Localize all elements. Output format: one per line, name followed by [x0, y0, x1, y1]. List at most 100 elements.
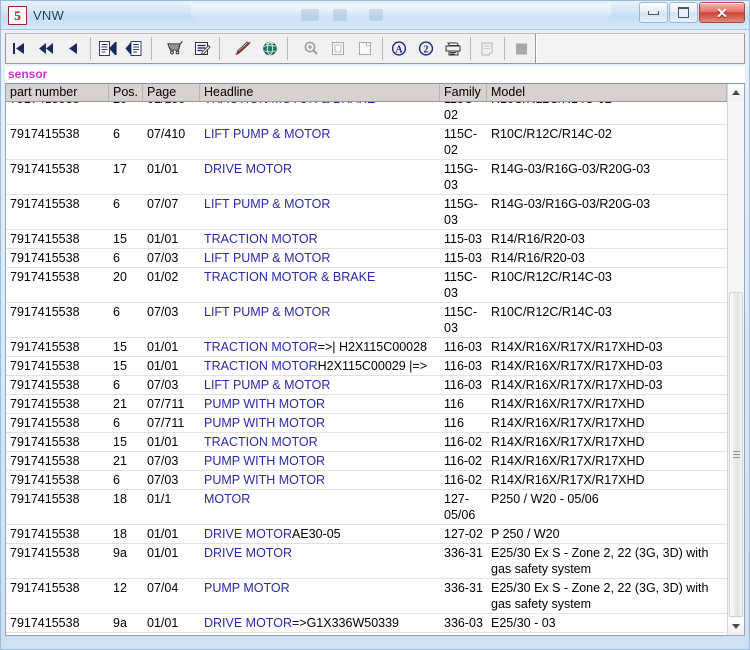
column-header-page[interactable]: Page — [143, 84, 200, 101]
headline-link[interactable]: PUMP MOTOR — [204, 581, 290, 595]
cell-head: PUMP WITH MOTOR — [200, 414, 440, 432]
scroll-down-button[interactable] — [728, 618, 744, 635]
minimize-button[interactable] — [639, 2, 668, 23]
headline-link[interactable]: DRIVE MOTOR — [204, 162, 292, 176]
cell-head: DRIVE MOTORG1X336W50340=> — [200, 633, 440, 635]
table-row[interactable]: 79174155381207/04PUMP MOTOR336-31E25/30 … — [6, 579, 727, 614]
globe-button[interactable] — [257, 34, 284, 63]
document-first-button[interactable] — [94, 34, 121, 63]
table-row[interactable]: 79174155382107/03PUMP WITH MOTOR116-02R1… — [6, 452, 727, 471]
column-header-model[interactable]: Model — [487, 84, 727, 101]
headline-link[interactable]: TRACTION MOTOR — [204, 340, 318, 354]
table-row[interactable]: 7917415538607/03LIFT PUMP & MOTOR116-03R… — [6, 376, 727, 395]
table-row[interactable]: 7917415538607/07LIFT PUMP & MOTOR115G-03… — [6, 195, 727, 230]
headline-link[interactable]: LIFT PUMP & MOTOR — [204, 127, 330, 141]
close-button[interactable]: ✕ — [699, 2, 745, 23]
table-row[interactable]: 79174155382001/02TRACTION MOTOR & BRAKE1… — [6, 268, 727, 303]
headline-link[interactable]: PUMP WITH MOTOR — [204, 416, 325, 430]
edit-list-button[interactable] — [189, 34, 216, 63]
table-row[interactable]: 79174155381501/01TRACTION MOTORH2X115C00… — [6, 357, 727, 376]
page-blank-button[interactable] — [352, 34, 379, 63]
first-record-button[interactable] — [6, 34, 33, 63]
headline-suffix: =>| H2X115C00028 — [318, 340, 427, 354]
cell-model: R14X/R16X/R17X/R17XHD — [487, 395, 727, 413]
table-row[interactable]: 7917415538607/03LIFT PUMP & MOTOR115-03R… — [6, 249, 727, 268]
vertical-scrollbar[interactable] — [727, 84, 744, 635]
pencil-strike-button[interactable] — [230, 34, 257, 63]
headline-link[interactable]: PUMP WITH MOTOR — [204, 473, 325, 487]
table-row[interactable]: 79174155381501/01TRACTION MOTOR115-03R14… — [6, 230, 727, 249]
headline-link[interactable]: PUMP WITH MOTOR — [204, 397, 325, 411]
cell-page: 07/711 — [143, 414, 200, 432]
cell-head: DRIVE MOTOR — [200, 544, 440, 578]
font-a-button[interactable]: A — [386, 34, 413, 63]
page-copy-button[interactable] — [325, 34, 352, 63]
document-previous-button[interactable] — [121, 34, 148, 63]
headline-link[interactable]: LIFT PUMP & MOTOR — [204, 251, 330, 265]
headline-link[interactable]: PUMP WITH MOTOR — [204, 454, 325, 468]
cell-pos: 6 — [109, 249, 143, 267]
stop-button[interactable] — [508, 34, 535, 63]
cell-model: E25/30 - 03 — [487, 633, 727, 635]
minimize-icon — [648, 11, 659, 15]
scrollbar-thumb[interactable] — [729, 292, 743, 617]
table-row[interactable]: 79174155389a01/01DRIVE MOTOR336-31E25/30… — [6, 544, 727, 579]
table-row[interactable]: 7917415538607/03LIFT PUMP & MOTOR115C-03… — [6, 303, 727, 338]
toolbar-empty-area — [535, 34, 744, 63]
cell-pos: 21 — [109, 452, 143, 470]
headline-link[interactable]: LIFT PUMP & MOTOR — [204, 378, 330, 392]
headline-link[interactable]: DRIVE MOTOR — [204, 616, 292, 630]
cell-family: 115C-03 — [440, 303, 487, 337]
table-row[interactable]: 79174155381501/01TRACTION MOTOR=>| H2X11… — [6, 338, 727, 357]
two-button[interactable]: 2 — [413, 34, 440, 63]
table-row[interactable]: 79174155381501/01TRACTION MOTOR116-02R14… — [6, 433, 727, 452]
headline-link[interactable]: TRACTION MOTOR & BRAKE — [204, 270, 375, 284]
table-row[interactable]: 79174155381701/01DRIVE MOTOR115G-03R14G-… — [6, 160, 727, 195]
titlebar-artifact-1 — [301, 9, 319, 21]
column-header-part-number[interactable]: part number — [6, 84, 109, 101]
previous-record-button[interactable] — [60, 34, 87, 63]
headline-link[interactable]: TRACTION MOTOR — [204, 359, 318, 373]
cell-page: 07/04 — [143, 579, 200, 613]
cell-family: 116-02 — [440, 452, 487, 470]
maximize-button[interactable] — [669, 2, 698, 23]
cell-pos: 15 — [109, 357, 143, 375]
table-row[interactable]: 7917415538607/711PUMP WITH MOTOR116R14X/… — [6, 414, 727, 433]
table-row[interactable]: 7917415538607/410LIFT PUMP & MOTOR115C-0… — [6, 125, 727, 160]
notes-button[interactable] — [474, 34, 501, 63]
column-header-headline[interactable]: Headline — [200, 84, 440, 101]
cell-family: 115C-03 — [440, 268, 487, 302]
cell-model: R14G-03/R16G-03/R20G-03 — [487, 160, 727, 194]
table-row[interactable]: 79174155381801/1MOTOR127-05/06P250 / W20… — [6, 490, 727, 525]
headline-link[interactable]: DRIVE MOTOR — [204, 546, 292, 560]
title-bar[interactable]: 5 VNW ✕ — [1, 1, 749, 30]
shopping-cart-button[interactable] — [162, 34, 189, 63]
table-row[interactable]: 79174155381801/01DRIVE MOTORAE30-05127-0… — [6, 525, 727, 544]
table-row[interactable]: 79174155382107/711PUMP WITH MOTOR116R14X… — [6, 395, 727, 414]
titlebar-glass-highlight — [191, 3, 611, 25]
close-icon: ✕ — [716, 6, 728, 20]
table-row[interactable]: 79174155382001/150TRACTION MOTOR & BRAKE… — [6, 102, 727, 125]
column-header-family[interactable]: Family — [440, 84, 487, 101]
cell-page: 01/01 — [143, 544, 200, 578]
headline-link[interactable]: TRACTION MOTOR & BRAKE — [204, 102, 375, 106]
cell-head: PUMP WITH MOTOR — [200, 395, 440, 413]
table-row[interactable]: 7917415538607/03PUMP WITH MOTOR116-02R14… — [6, 471, 727, 490]
table-row[interactable]: 79174155389a01/01DRIVE MOTOR=>G1X336W503… — [6, 614, 727, 633]
results-grid: part number Pos. Page Headline Family Mo… — [6, 84, 727, 635]
cell-page: 07/07 — [143, 195, 200, 229]
table-row[interactable]: 79174155382101/01DRIVE MOTORG1X336W50340… — [6, 633, 727, 635]
headline-link[interactable]: TRACTION MOTOR — [204, 435, 318, 449]
headline-link[interactable]: TRACTION MOTOR — [204, 232, 318, 246]
headline-link[interactable]: LIFT PUMP & MOTOR — [204, 305, 330, 319]
zoom-search-button[interactable] — [298, 34, 325, 63]
headline-link[interactable]: LIFT PUMP & MOTOR — [204, 197, 330, 211]
print-button[interactable] — [440, 34, 467, 63]
column-header-pos[interactable]: Pos. — [109, 84, 143, 101]
cell-model: P250 / W20 - 05/06 — [487, 490, 727, 524]
scroll-up-button[interactable] — [728, 84, 744, 101]
headline-link[interactable]: MOTOR — [204, 492, 250, 506]
cell-model: R10C/R12C/R14C-02 — [487, 102, 727, 124]
headline-link[interactable]: DRIVE MOTOR — [204, 527, 292, 541]
fast-rewind-button[interactable] — [33, 34, 60, 63]
